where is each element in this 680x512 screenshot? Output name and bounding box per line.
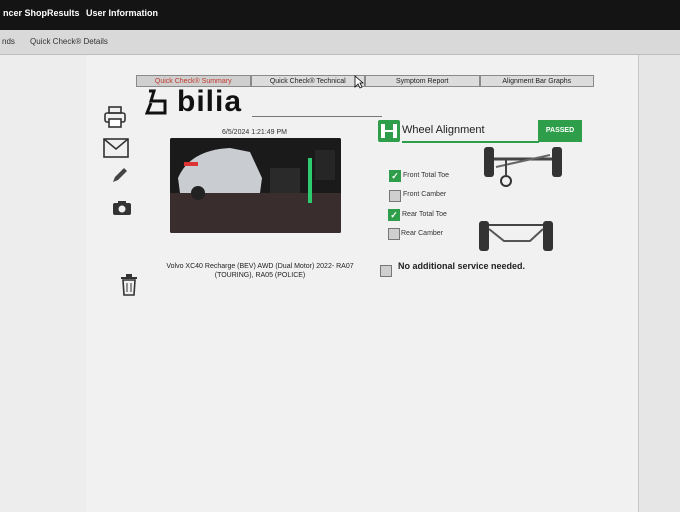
brand-logo-text: bilia — [177, 85, 243, 118]
no-service-checkbox[interactable] — [380, 265, 392, 277]
left-panel — [0, 55, 87, 512]
app-screen: ncer ShopResults User Information nds Qu… — [0, 0, 680, 512]
rear-axle-diagram-icon — [476, 219, 558, 258]
mouse-cursor-icon — [354, 75, 365, 94]
top-menu-bar: ncer ShopResults User Information — [0, 0, 680, 30]
sub-menu-bar: nds Quick Check® Details — [0, 30, 680, 55]
printer-icon[interactable] — [103, 105, 127, 134]
submenu-left-item[interactable]: nds — [2, 37, 15, 46]
front-axle-diagram-icon — [482, 145, 564, 194]
rear-total-toe-label: Rear Total Toe — [402, 211, 447, 218]
rear-camber-label: Rear Camber — [401, 230, 444, 237]
brand-logo: bilia — [145, 85, 242, 119]
right-panel — [638, 55, 680, 512]
service-note: No additional service needed. — [398, 261, 526, 271]
tab-alignment-bar-graphs[interactable]: Alignment Bar Graphs — [479, 75, 594, 87]
front-camber-checkbox[interactable] — [389, 190, 401, 202]
menu-shop-results[interactable]: ncer ShopResults — [3, 8, 80, 18]
wheel-alignment-icon — [378, 120, 400, 142]
header-divider — [252, 116, 382, 117]
front-total-toe-checkbox[interactable]: ✓ — [389, 170, 401, 182]
trash-icon[interactable] — [120, 274, 138, 301]
rear-camber-checkbox[interactable] — [388, 228, 400, 240]
brand-logo-mark — [145, 89, 167, 115]
tab-quick-check-technical[interactable]: Quick Check® Technical — [250, 75, 365, 87]
envelope-icon[interactable] — [103, 138, 129, 163]
report-date: 6/5/2024 1:21:49 PM — [222, 129, 287, 136]
front-total-toe-label: Front Total Toe — [403, 172, 450, 179]
rear-total-toe-checkbox[interactable]: ✓ — [388, 209, 400, 221]
status-badge: PASSED — [538, 120, 582, 142]
tab-symptom-report[interactable]: Symptom Report — [365, 75, 480, 87]
vehicle-description: Volvo XC40 Recharge (BEV) AWD (Dual Moto… — [166, 263, 354, 279]
front-camber-label: Front Camber — [403, 191, 447, 198]
vehicle-photo — [170, 138, 341, 233]
submenu-quick-check-details[interactable]: Quick Check® Details — [30, 37, 108, 46]
wheel-alignment-title: Wheel Alignment — [402, 119, 539, 143]
menu-user-information[interactable]: User Information — [86, 8, 158, 18]
camera-icon[interactable] — [112, 200, 132, 221]
pencil-icon[interactable] — [111, 166, 129, 189]
